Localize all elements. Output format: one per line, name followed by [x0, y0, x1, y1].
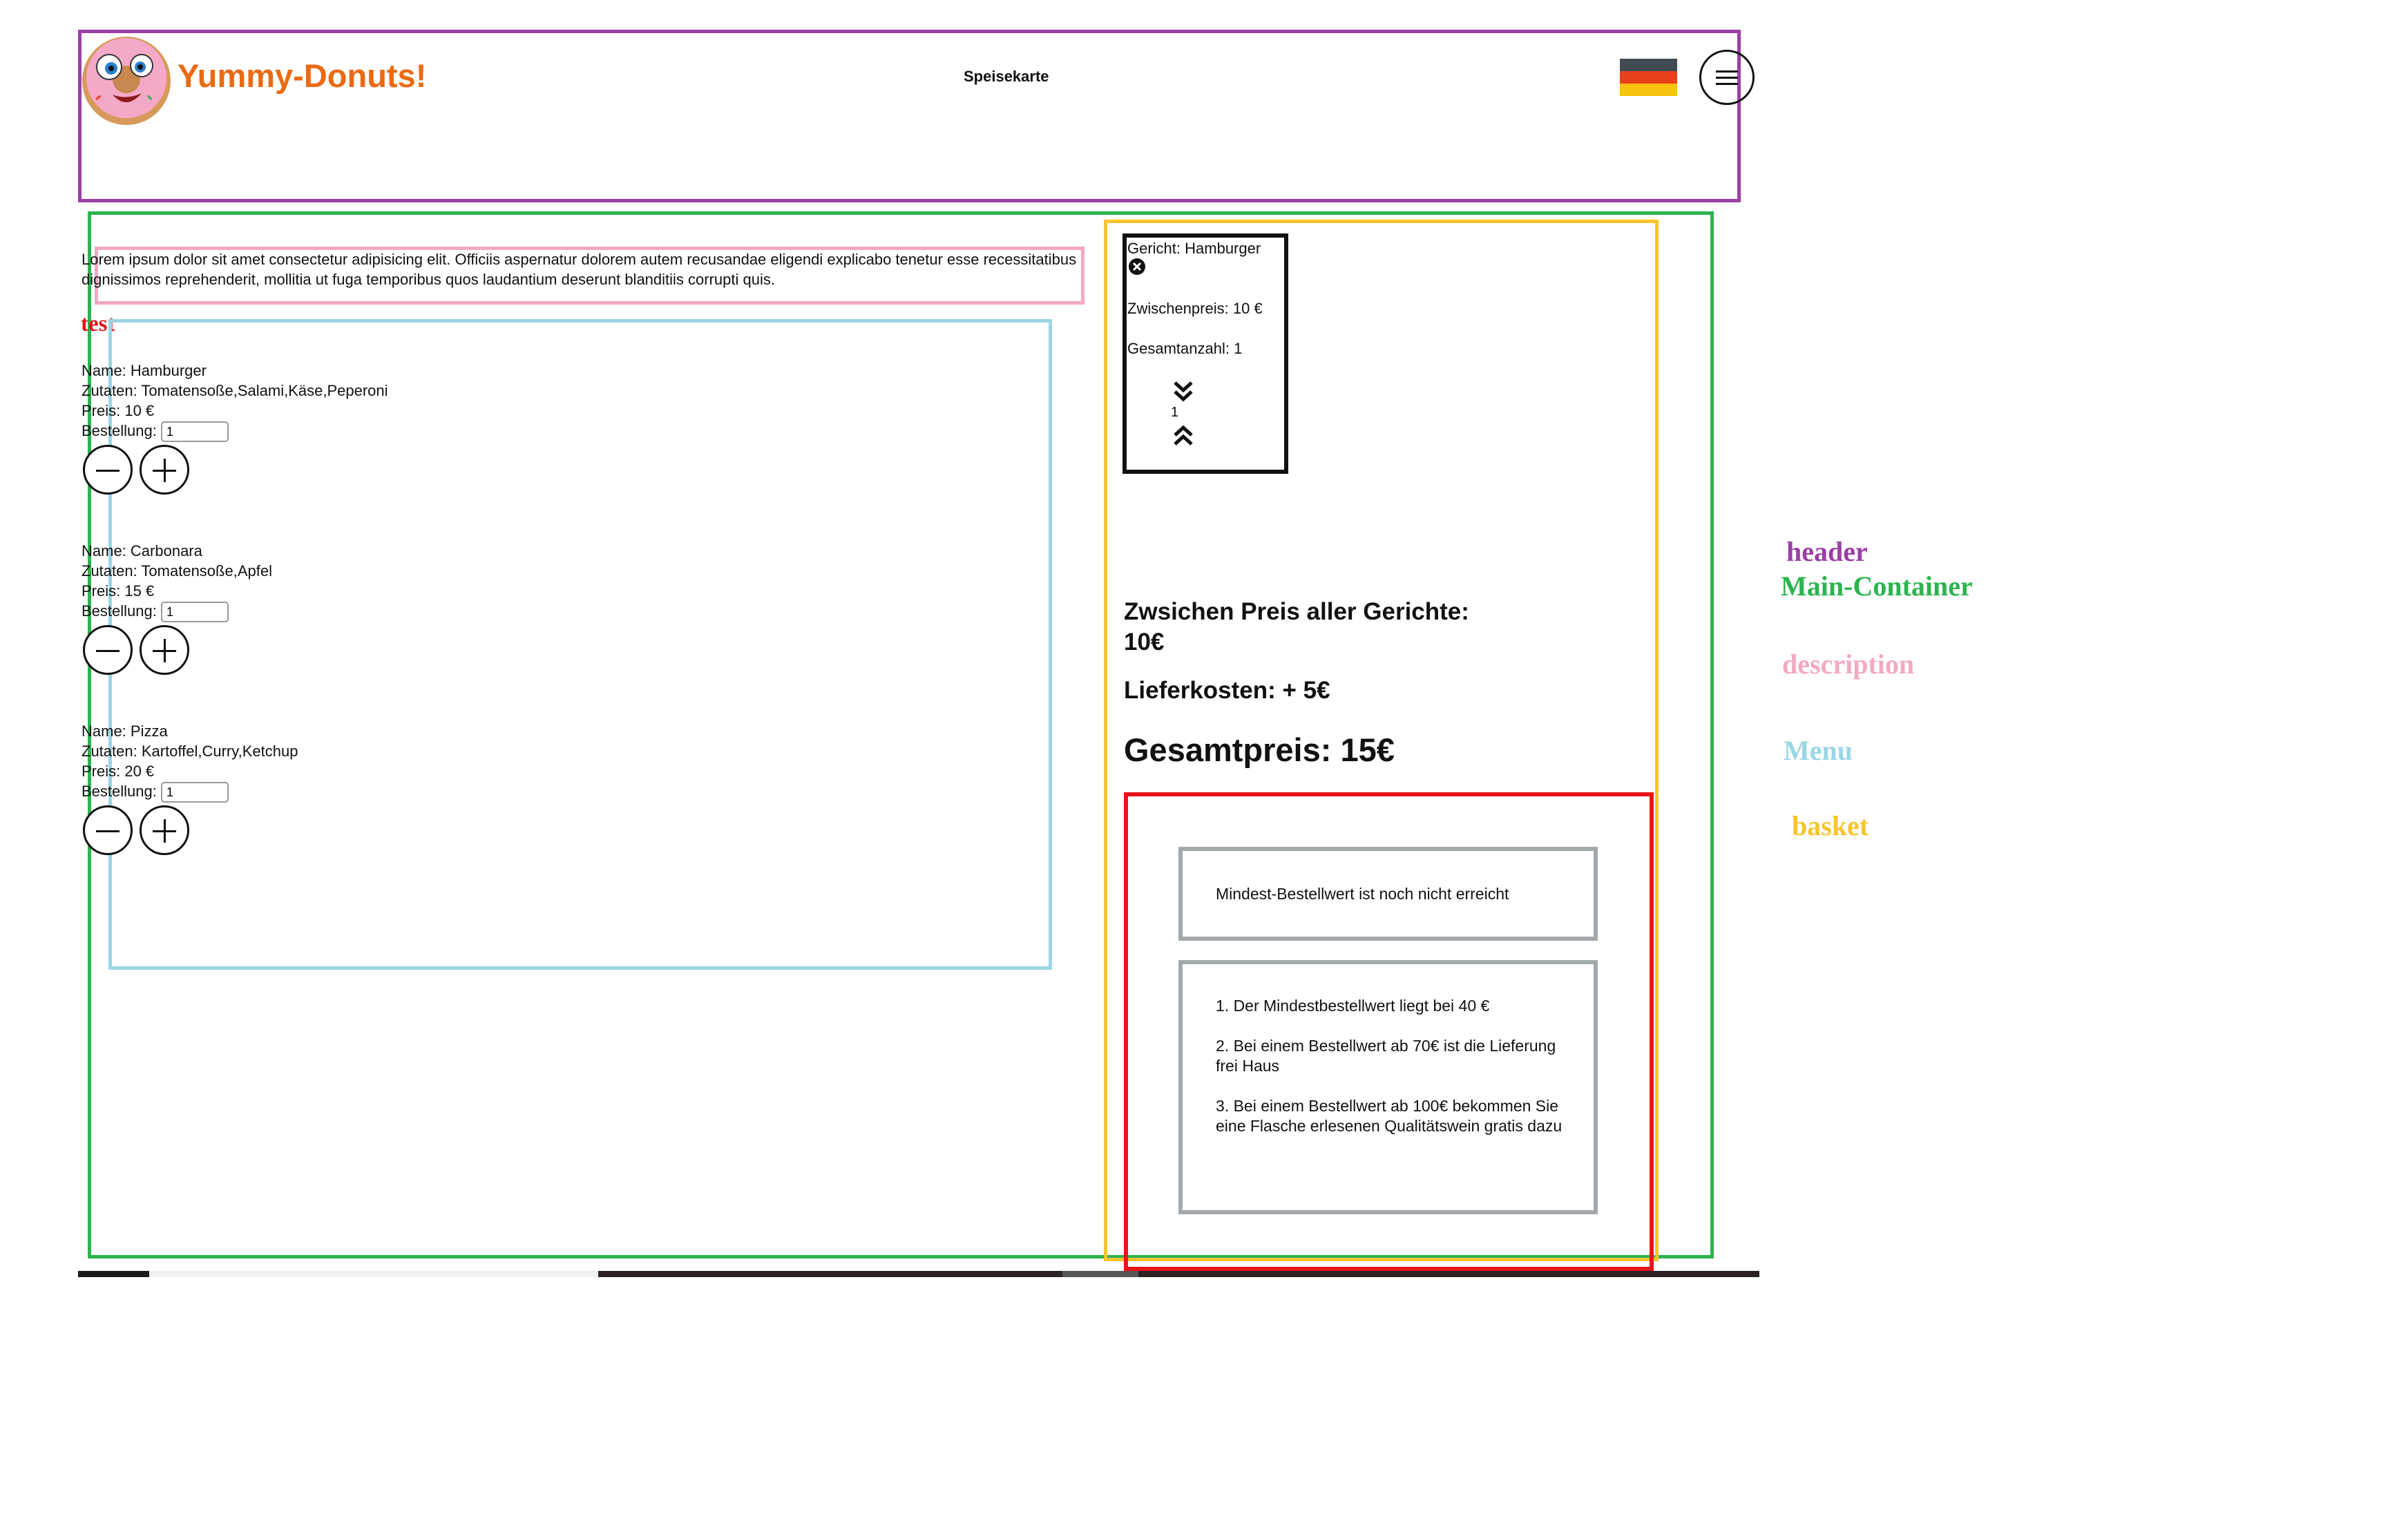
menu-item-name: Name: Hamburger: [82, 362, 207, 379]
menu-item-price: Preis: 15 €: [82, 582, 155, 600]
legend-header: header: [1786, 536, 1868, 567]
remove-item-icon[interactable]: [1128, 258, 1146, 276]
menu-item-name: Name: Pizza: [82, 722, 168, 740]
plus-icon: [164, 639, 166, 662]
menu-item-carbonara: Name: Carbonara Zutaten: Tomatensoße,Apf…: [82, 541, 565, 678]
flag-stripe: [1620, 59, 1677, 71]
minus-icon: [96, 830, 120, 832]
order-label: Bestellung:: [82, 783, 157, 800]
legend-description: description: [1782, 649, 1915, 680]
order-label: Bestellung:: [82, 602, 157, 620]
menu-item-pizza: Name: Pizza Zutaten: Kartoffel,Curry,Ket…: [82, 721, 565, 858]
legend-basket: basket: [1792, 810, 1869, 841]
subtotal-value: 10€: [1124, 629, 1165, 655]
footer-bar-segment: [149, 1271, 598, 1277]
total-price: Gesamtpreis: 15€: [1124, 731, 1395, 768]
chevron-down-icon[interactable]: [1172, 380, 1195, 403]
german-flag-icon[interactable]: [1620, 59, 1677, 96]
quantity-buttons: [82, 625, 565, 678]
flag-stripe: [1620, 84, 1677, 96]
plus-icon: [164, 819, 166, 843]
footer-bar-segment: [598, 1271, 1062, 1277]
basket-item-details: Gericht: Hamburger Zwischenpreis: 10 € G…: [1127, 238, 1263, 358]
menu-item-ingredients: Zutaten: Tomatensoße,Salami,Käse,Peperon…: [82, 382, 388, 399]
plus-icon: [164, 459, 166, 482]
minus-icon: [96, 650, 120, 652]
subtotal-all-dishes: Zwsichen Preis aller Gerichte: 10€: [1124, 597, 1469, 658]
nav-link-speisekarte[interactable]: Speisekarte: [964, 68, 1049, 86]
menu-item-name: Name: Carbonara: [82, 542, 202, 559]
legend-menu: Menu: [1784, 735, 1853, 766]
decrease-button[interactable]: [83, 625, 133, 675]
decrease-button[interactable]: [83, 805, 133, 855]
order-rules-list: 1. Der Mindestbestellwert liegt bei 40 €…: [1216, 996, 1575, 1156]
header-outline: [78, 30, 1741, 202]
burger-line: [1716, 70, 1738, 73]
burger-line: [1716, 77, 1738, 79]
footer-bar-segment: [1138, 1271, 1759, 1277]
footer-bar-segment: [1062, 1271, 1138, 1277]
description-text: Lorem ipsum dolor sit amet consectetur a…: [82, 251, 1077, 288]
menu-item-price: Preis: 20 €: [82, 763, 155, 780]
basket-item-count: Gesamtanzahl: 1: [1127, 340, 1243, 357]
menu-item-ingredients: Zutaten: Tomatensoße,Apfel: [82, 562, 272, 580]
menu-item-price: Preis: 10 €: [82, 402, 155, 419]
donut-mascot-icon[interactable]: [78, 31, 175, 128]
order-quantity-input[interactable]: [160, 602, 229, 623]
menu-item-ingredients: Zutaten: Kartoffel,Curry,Ketchup: [82, 743, 298, 760]
menu-item-order-row: Bestellung:: [82, 421, 565, 443]
quantity-buttons: [82, 805, 565, 858]
subtotal-label: Zwsichen Preis aller Gerichte:: [1124, 598, 1469, 625]
menu-item-hamburger: Name: Hamburger Zutaten: Tomatensoße,Sal…: [82, 361, 565, 497]
burger-line: [1716, 83, 1738, 85]
increase-button[interactable]: [140, 625, 189, 675]
decrease-button[interactable]: [83, 445, 133, 495]
footer-bar: [78, 1271, 1759, 1277]
basket-item-quantity: 1: [1171, 405, 1179, 420]
menu-item-order-row: Bestellung:: [82, 601, 565, 623]
brand-title: Yummy-Donuts!: [178, 57, 427, 94]
order-quantity-input[interactable]: [160, 782, 229, 803]
chevron-up-icon[interactable]: [1172, 423, 1195, 447]
legend-main-container: Main-Container: [1781, 571, 1973, 602]
quantity-buttons: [82, 445, 565, 497]
order-quantity-input[interactable]: [160, 421, 229, 443]
increase-button[interactable]: [140, 805, 189, 855]
order-rule: 2. Bei einem Bestellwert ab 70€ ist die …: [1216, 1037, 1556, 1075]
basket-item-subtotal: Zwischenpreis: 10 €: [1127, 300, 1263, 317]
flag-stripe: [1620, 71, 1677, 84]
delivery-cost: Lieferkosten: + 5€: [1124, 677, 1330, 704]
menu-item-order-row: Bestellung:: [82, 781, 565, 803]
order-rule: 3. Bei einem Bestellwert ab 100€ bekomme…: [1216, 1097, 1563, 1135]
order-rule: 1. Der Mindestbestellwert liegt bei 40 €: [1216, 997, 1490, 1015]
minimum-order-notice: Mindest-Bestellwert ist noch nicht errei…: [1216, 885, 1509, 903]
basket-item-dish: Gericht: Hamburger: [1127, 240, 1261, 257]
increase-button[interactable]: [140, 445, 189, 495]
order-label: Bestellung:: [82, 422, 157, 439]
hamburger-menu-icon[interactable]: [1699, 50, 1755, 105]
minus-icon: [96, 470, 120, 472]
footer-bar-segment: [78, 1271, 149, 1277]
